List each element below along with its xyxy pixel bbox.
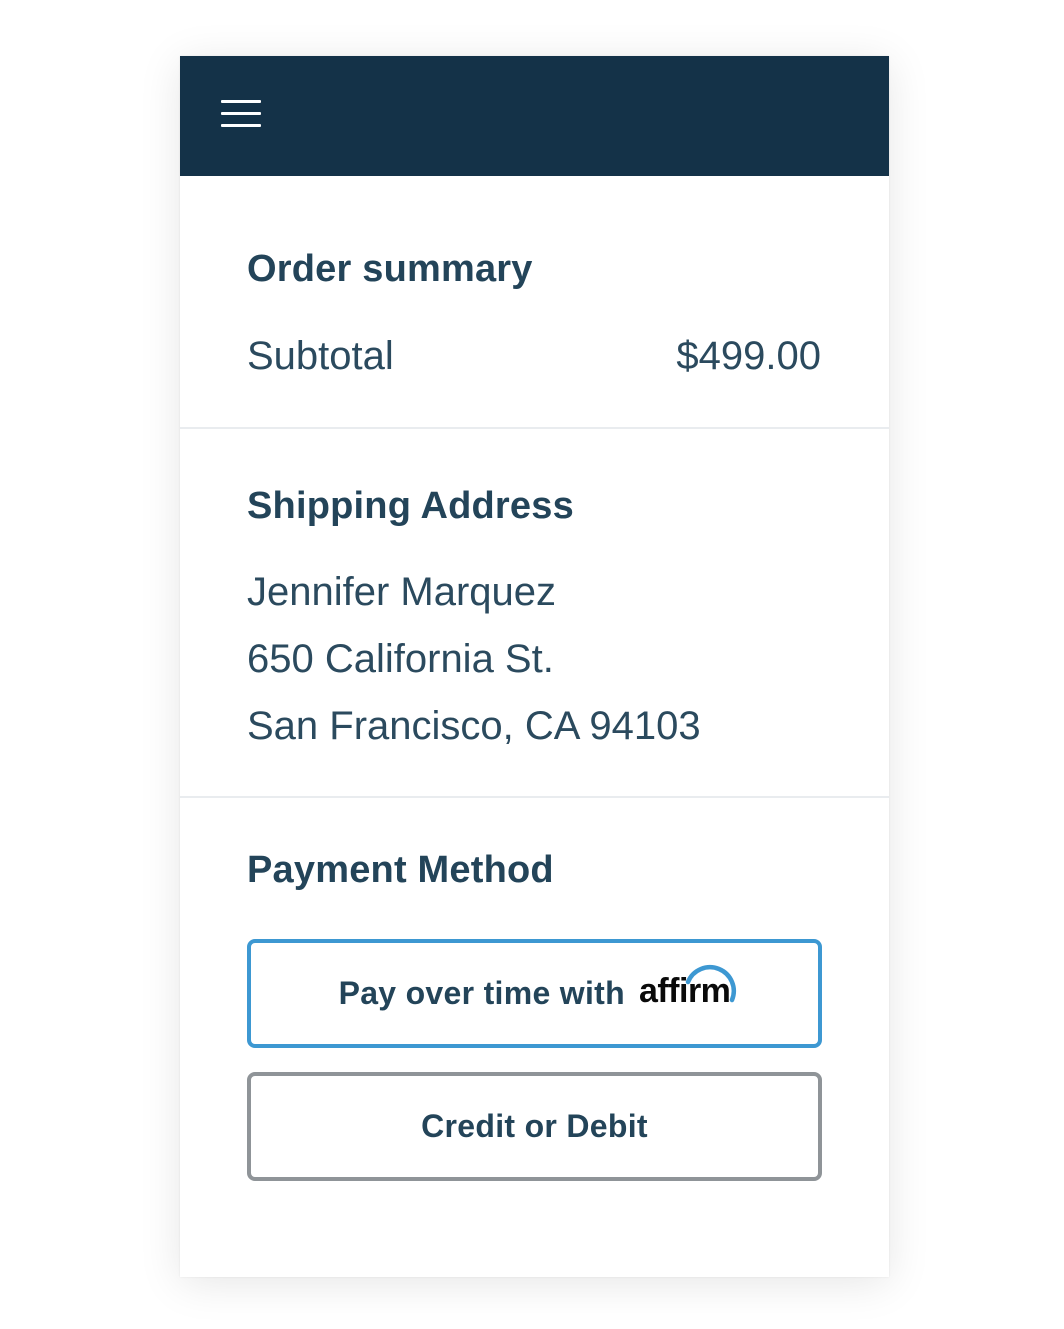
menu-bar-line: [221, 124, 261, 127]
menu-bar-line: [221, 100, 261, 103]
menu-bar-line: [221, 112, 261, 115]
subtotal-label: Subtotal: [247, 334, 394, 378]
subtotal-value: $499.00: [676, 334, 821, 378]
address-city-state-zip: San Francisco, CA 94103: [247, 704, 701, 748]
order-summary-title: Order summary: [247, 248, 533, 290]
shipping-address-title: Shipping Address: [247, 485, 574, 527]
pay-with-affirm-button[interactable]: Pay over time with affirm: [247, 939, 822, 1048]
checkout-screen: Order summary Subtotal $499.00 Shipping …: [180, 56, 889, 1277]
order-summary-section: Order summary Subtotal $499.00: [180, 176, 889, 429]
credit-debit-label: Credit or Debit: [421, 1108, 648, 1144]
top-navigation-bar: [180, 56, 889, 176]
affirm-arc-icon: [686, 964, 737, 1003]
recipient-name: Jennifer Marquez: [247, 570, 557, 614]
payment-method-title: Payment Method: [247, 849, 554, 891]
credit-or-debit-button[interactable]: Credit or Debit: [247, 1072, 822, 1181]
address-street: 650 California St.: [247, 637, 554, 681]
affirm-button-label: Pay over time with: [338, 975, 625, 1011]
affirm-logo: affirm: [639, 964, 737, 1011]
hamburger-menu-icon[interactable]: [221, 100, 261, 130]
shipping-address-section: Shipping Address Jennifer Marquez 650 Ca…: [180, 429, 889, 798]
